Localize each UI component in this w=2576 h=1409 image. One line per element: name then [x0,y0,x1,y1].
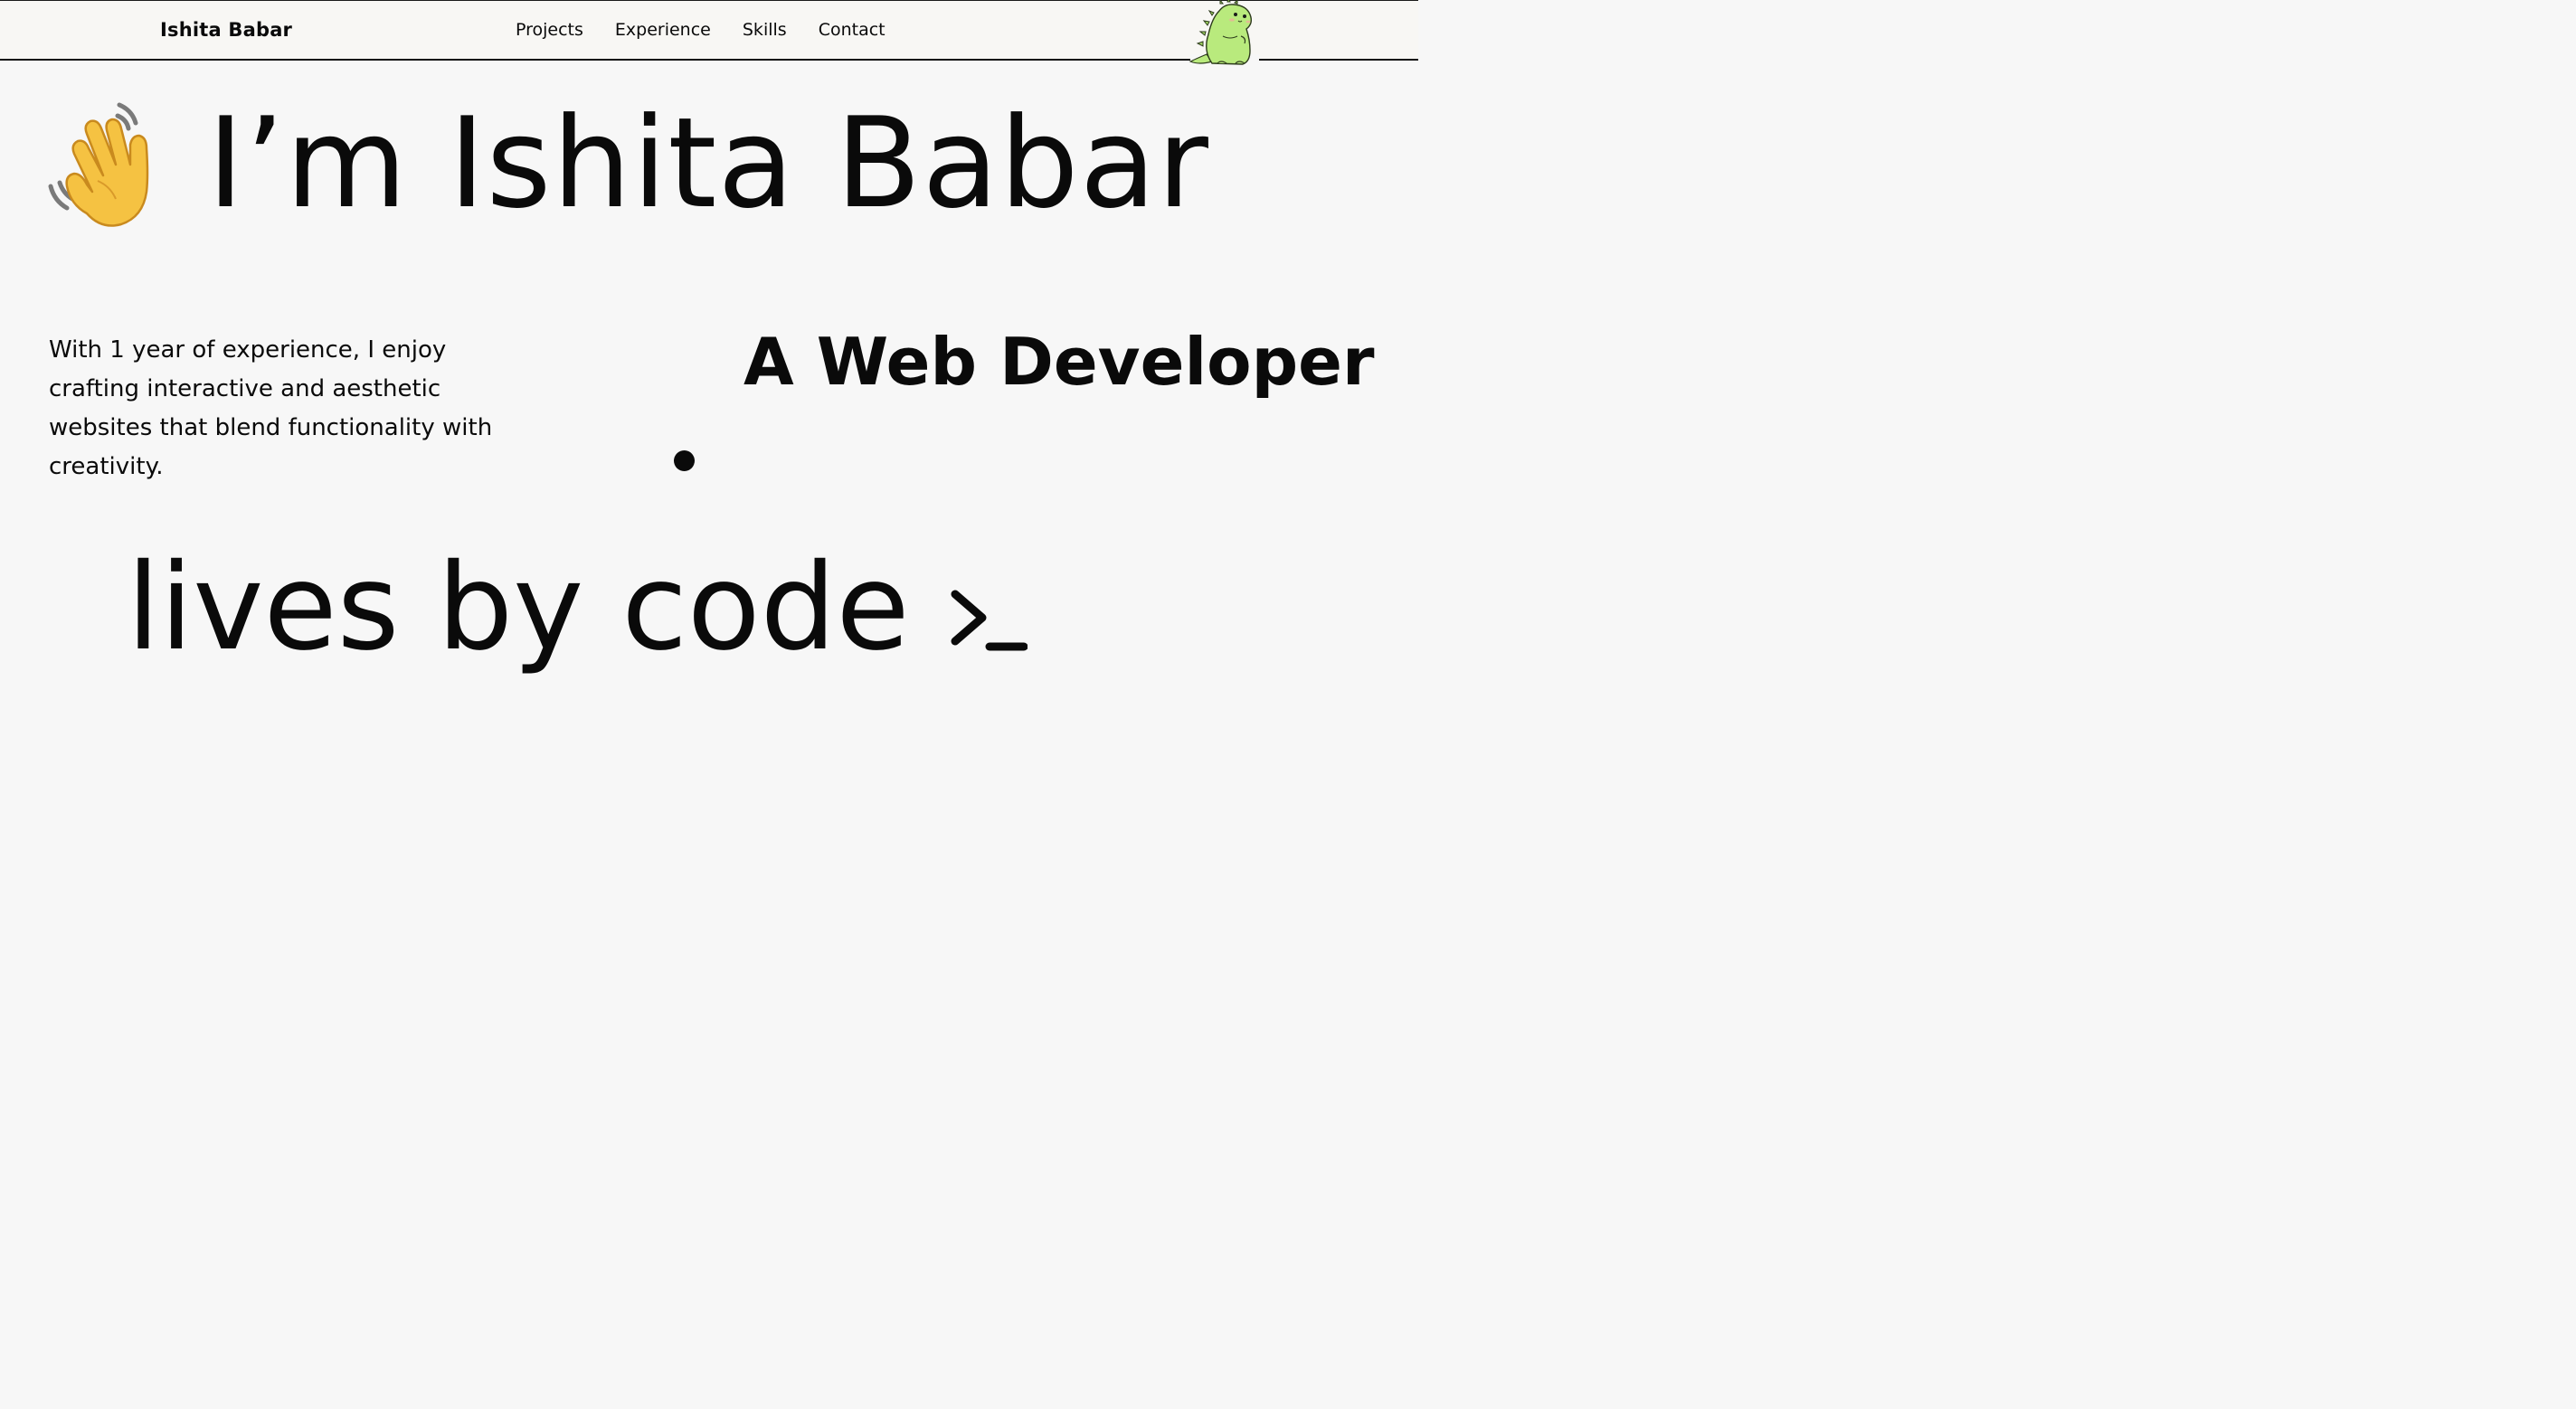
cursor-dot [674,450,695,471]
tagline-text: lives by code [127,538,910,677]
nav-menu: Projects Experience Skills Contact [516,20,886,40]
nav-link-contact[interactable]: Contact [819,20,886,40]
nav-link-experience[interactable]: Experience [615,20,711,40]
dinosaur-icon[interactable] [1187,0,1263,67]
nav-link-skills[interactable]: Skills [743,20,787,40]
nav-link-projects[interactable]: Projects [516,20,583,40]
hero-heading: I’m Ishita Babar [47,98,1209,229]
hero-title: I’m Ishita Babar [207,90,1209,236]
terminal-prompt-icon [951,590,1028,651]
brand-name[interactable]: Ishita Babar [160,19,292,41]
waving-hand-icon [48,102,149,227]
role-title: A Web Developer [743,324,1375,400]
intro-text: With 1 year of experience, I enjoy craft… [49,336,493,480]
tagline: lives by code [127,548,1028,667]
